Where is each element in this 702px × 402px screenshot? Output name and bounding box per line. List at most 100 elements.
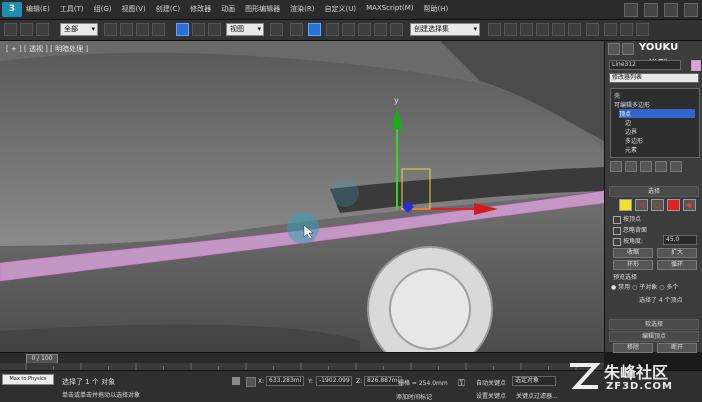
element-level-icon[interactable]: ◆ <box>683 199 696 211</box>
keyboard-shortcut-override-icon[interactable] <box>308 23 321 36</box>
auto-key-button[interactable]: 自动关键点 <box>476 378 506 387</box>
ring-button[interactable]: 环形 <box>613 260 653 270</box>
show-end-result-icon[interactable] <box>625 161 637 172</box>
stack-item-vertex[interactable]: 顶点 <box>619 109 695 118</box>
stack-item-editable-poly[interactable]: 可编辑多边形 <box>614 100 650 109</box>
rotate-icon[interactable] <box>192 23 205 36</box>
stack-item-polygon[interactable]: 多边形 <box>625 136 643 145</box>
y-coordinate-field[interactable]: -1902.099 <box>316 376 352 386</box>
menu-item[interactable]: 渲染(R) <box>290 4 314 14</box>
select-manipulate-icon[interactable] <box>290 23 303 36</box>
by-vertex-checkbox[interactable] <box>613 215 621 224</box>
stack-item-border[interactable]: 边界 <box>625 127 637 136</box>
material-editor-icon[interactable] <box>586 23 599 36</box>
object-color-swatch[interactable] <box>691 60 701 71</box>
ignore-backface-checkbox[interactable] <box>613 226 621 235</box>
add-time-tag-button[interactable]: 添加时间标记 <box>396 392 432 401</box>
named-selection-set-dropdown[interactable]: 创建选择集 <box>410 23 480 36</box>
selection-rollout-title[interactable]: 选择 <box>609 186 699 197</box>
menu-item[interactable]: 自定义(U) <box>324 4 356 14</box>
remove-modifier-icon[interactable] <box>655 161 667 172</box>
search-icon[interactable] <box>624 3 638 17</box>
remove-button[interactable]: 移除 <box>613 343 653 353</box>
scale-icon[interactable] <box>208 23 221 36</box>
break-button[interactable]: 断开 <box>657 343 697 353</box>
bind-space-warp-icon[interactable] <box>36 23 49 36</box>
rendered-frame-icon[interactable] <box>620 23 633 36</box>
border-level-icon[interactable]: ○ <box>651 199 664 211</box>
configure-sets-icon[interactable] <box>670 161 682 172</box>
spinner-snap-icon[interactable] <box>374 23 387 36</box>
select-by-name-icon[interactable] <box>120 23 133 36</box>
mirror-icon[interactable] <box>488 23 501 36</box>
viewport-label[interactable]: [ + ] [ 透视 ] [ 明暗处理 ] <box>6 44 88 54</box>
set-key-button[interactable]: 设置关键点 <box>476 391 506 400</box>
edit-vertices-rollout-title[interactable]: 编辑顶点 <box>609 331 699 342</box>
graphite-tools-icon[interactable] <box>536 23 549 36</box>
key-mode-dropdown[interactable]: 选定对象 <box>512 376 556 386</box>
make-unique-icon[interactable] <box>640 161 652 172</box>
modify-tab-icon[interactable] <box>622 43 634 55</box>
z-coordinate-field[interactable]: 826.887mi <box>364 376 402 386</box>
snap-toggle-icon[interactable] <box>326 23 339 36</box>
move-icon[interactable] <box>176 23 189 36</box>
render-icon[interactable] <box>636 23 649 36</box>
x-coordinate-field[interactable]: 633.283mi <box>266 376 304 386</box>
help-icon[interactable] <box>644 3 658 17</box>
loop-button[interactable]: 循环 <box>657 260 697 270</box>
by-angle-option[interactable]: 按角度: <box>613 236 643 246</box>
rectangular-selection-icon[interactable] <box>136 23 149 36</box>
unlink-icon[interactable] <box>20 23 33 36</box>
stack-item-shell[interactable]: 壳 <box>614 91 620 100</box>
absolute-mode-icon[interactable] <box>246 377 256 387</box>
create-tab-icon[interactable] <box>608 43 620 55</box>
angle-value-field[interactable]: 45.0 <box>663 235 697 245</box>
link-icon[interactable] <box>4 23 17 36</box>
menu-item[interactable]: 修改器 <box>190 4 211 14</box>
grow-button[interactable]: 扩大 <box>657 248 697 258</box>
menu-item[interactable]: 图形编辑器 <box>245 4 280 14</box>
modifier-list-dropdown[interactable]: 修改器列表 <box>609 73 699 83</box>
by-angle-checkbox[interactable] <box>613 237 621 246</box>
stack-item-edge[interactable]: 边 <box>625 118 631 127</box>
edit-named-selection-icon[interactable] <box>390 23 403 36</box>
pin-stack-icon[interactable] <box>610 161 622 172</box>
key-filters-button[interactable]: 关键点过滤器... <box>516 391 558 400</box>
maxscript-listener-field[interactable]: Max to Physics <box>2 374 54 385</box>
select-object-icon[interactable] <box>104 23 117 36</box>
pivot-center-icon[interactable] <box>270 23 283 36</box>
menu-item[interactable]: MAXScript(M) <box>366 4 413 14</box>
ignore-backface-option[interactable]: 忽略背面 <box>613 225 647 235</box>
object-name-field[interactable]: Line312 <box>609 60 681 70</box>
vertex-level-icon[interactable] <box>619 199 632 211</box>
layer-manager-icon[interactable] <box>520 23 533 36</box>
menu-item[interactable]: 帮助(H) <box>424 4 449 14</box>
perspective-viewport[interactable]: y [ + ] [ 透视 ] [ 明暗处理 ] <box>0 41 604 352</box>
curve-editor-icon[interactable] <box>552 23 565 36</box>
close-icon[interactable] <box>684 3 698 17</box>
lock-selection-icon[interactable] <box>232 377 240 385</box>
edge-level-icon[interactable]: ◁ <box>635 199 648 211</box>
menu-item[interactable]: 编辑(E) <box>26 4 50 14</box>
menu-item[interactable]: 工具(T) <box>60 4 84 14</box>
align-icon[interactable] <box>504 23 517 36</box>
stack-item-element[interactable]: 元素 <box>625 145 637 154</box>
menu-item[interactable]: 动画 <box>221 4 235 14</box>
viewport-scene[interactable]: y <box>0 41 604 352</box>
by-vertex-option[interactable]: 按顶点 <box>613 214 641 224</box>
menu-item[interactable]: 创建(C) <box>156 4 180 14</box>
app-logo[interactable]: 3 <box>2 2 22 17</box>
angle-snap-icon[interactable] <box>342 23 355 36</box>
track-bar[interactable] <box>0 363 604 370</box>
polygon-level-icon[interactable] <box>667 199 680 211</box>
menu-item[interactable]: 视图(V) <box>122 4 146 14</box>
selection-filter-dropdown[interactable]: 全部 <box>60 23 98 36</box>
soft-selection-rollout-title[interactable]: 软选择 <box>609 319 699 330</box>
menu-item[interactable]: 组(G) <box>94 4 112 14</box>
reference-coordinate-dropdown[interactable]: 视图 <box>226 23 264 36</box>
schematic-view-icon[interactable] <box>568 23 581 36</box>
render-setup-icon[interactable] <box>604 23 617 36</box>
minimize-icon[interactable] <box>664 3 678 17</box>
window-crossing-icon[interactable] <box>152 23 165 36</box>
shrink-button[interactable]: 收缩 <box>613 248 653 258</box>
